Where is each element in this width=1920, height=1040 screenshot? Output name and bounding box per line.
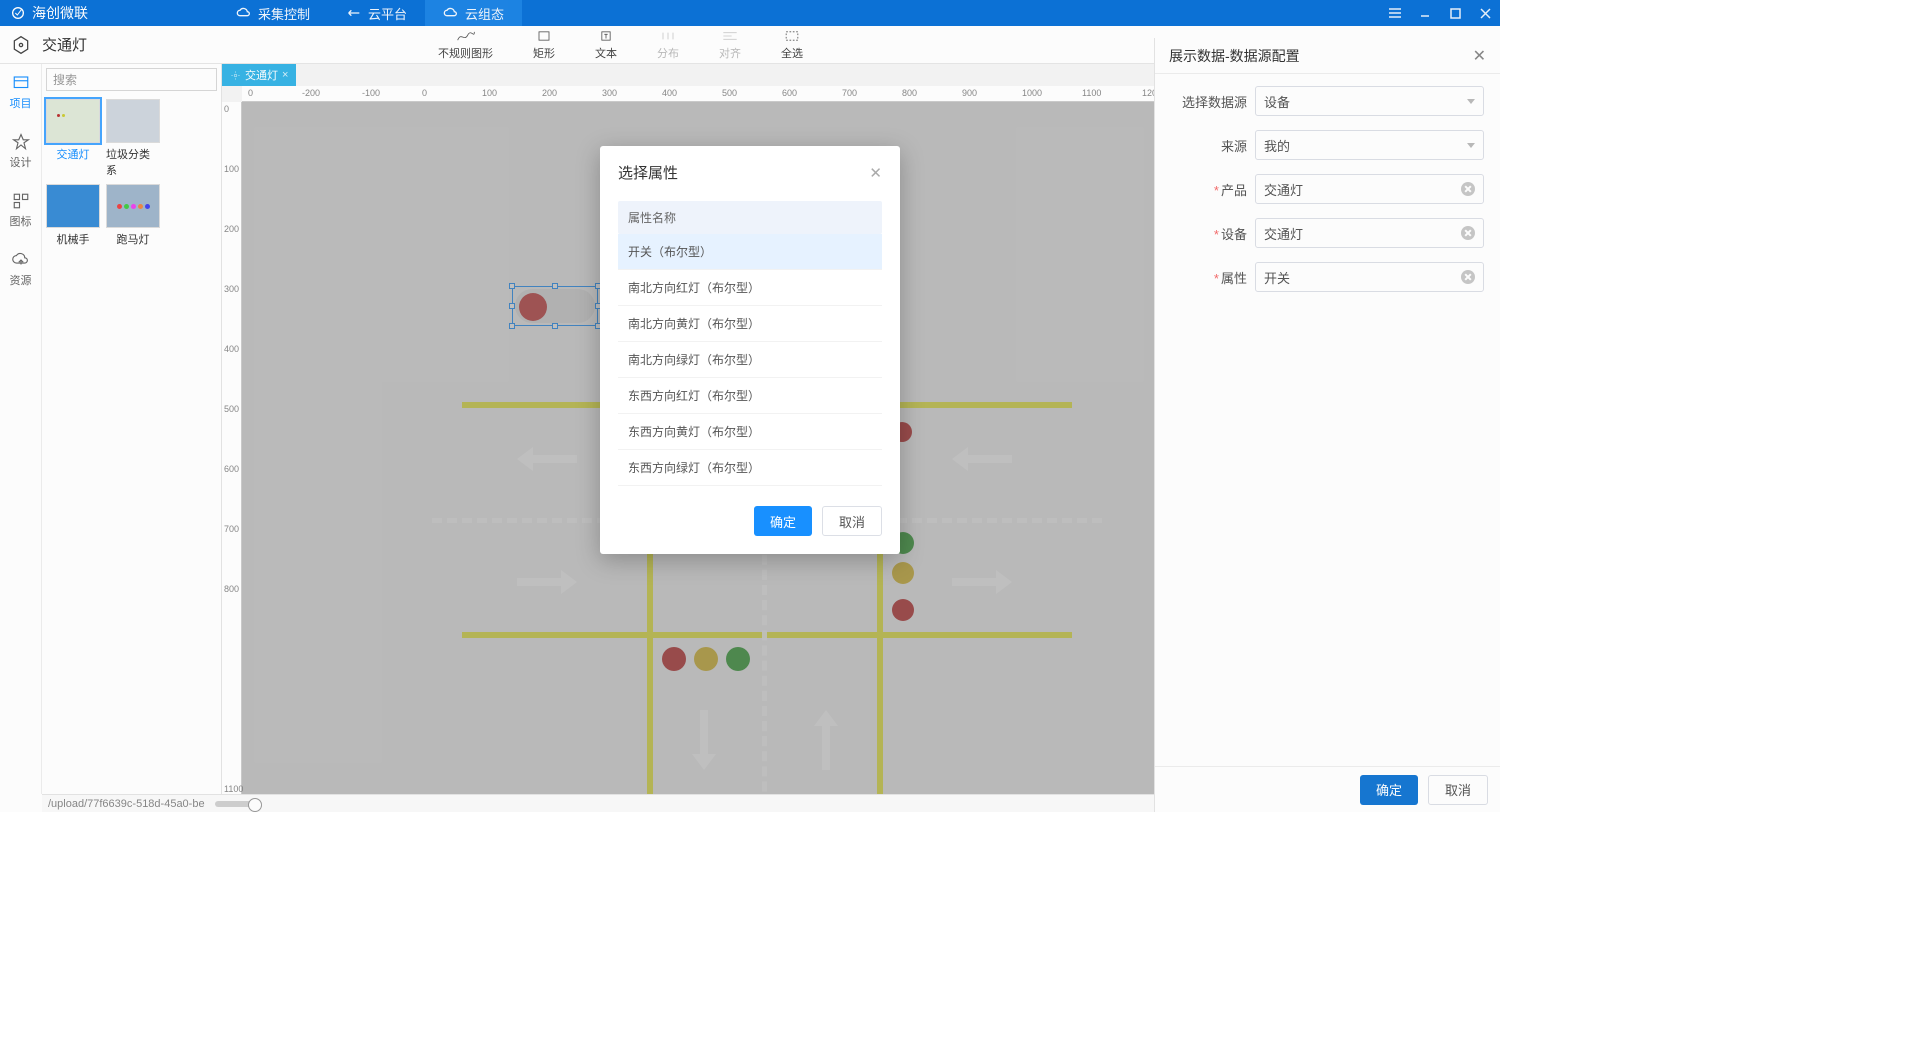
modal-body: 属性名称 开关（布尔型） 南北方向红灯（布尔型） 南北方向黄灯（布尔型） 南北方…	[600, 191, 900, 490]
attr-item[interactable]: 南北方向黄灯（布尔型）	[618, 306, 882, 342]
modal-header: 选择属性 ✕	[600, 146, 900, 191]
modal-list-header: 属性名称	[618, 201, 882, 234]
attr-item[interactable]: 东西方向绿灯（布尔型）	[618, 450, 882, 486]
modal-confirm-button[interactable]: 确定	[754, 506, 812, 536]
modal-close-icon[interactable]: ✕	[869, 164, 882, 182]
attr-item[interactable]: 南北方向红灯（布尔型）	[618, 270, 882, 306]
attr-item[interactable]: 南北方向绿灯（布尔型）	[618, 342, 882, 378]
attribute-modal: 选择属性 ✕ 属性名称 开关（布尔型） 南北方向红灯（布尔型） 南北方向黄灯（布…	[600, 146, 900, 554]
attr-item[interactable]: 东西方向黄灯（布尔型）	[618, 414, 882, 450]
modal-attr-list: 开关（布尔型） 南北方向红灯（布尔型） 南北方向黄灯（布尔型） 南北方向绿灯（布…	[618, 234, 882, 486]
attr-item[interactable]: 东西方向红灯（布尔型）	[618, 378, 882, 414]
modal-cancel-button[interactable]: 取消	[822, 506, 882, 536]
modal-title: 选择属性	[618, 162, 678, 183]
modal-footer: 确定 取消	[600, 490, 900, 554]
attr-item[interactable]: 开关（布尔型）	[618, 234, 882, 270]
